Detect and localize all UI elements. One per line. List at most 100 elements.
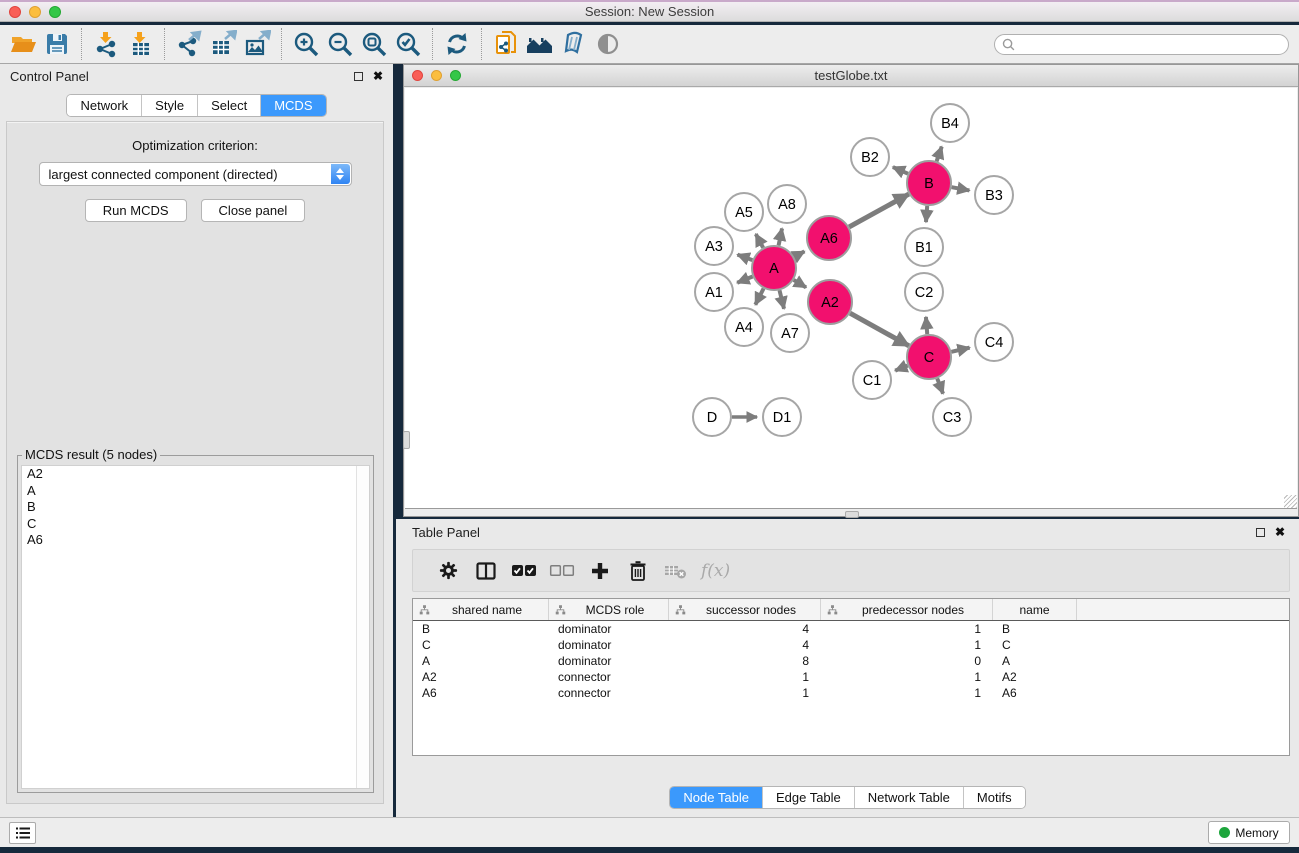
criterion-select[interactable]: largest connected component (directed): [39, 162, 352, 186]
table-cell[interactable]: 1: [821, 638, 993, 652]
table-cell[interactable]: A6: [993, 686, 1077, 700]
column-header-name[interactable]: name: [993, 599, 1077, 620]
export-image-icon[interactable]: [240, 28, 274, 60]
graph-edge-C-C1[interactable]: [895, 366, 907, 371]
copy-network-icon[interactable]: [489, 28, 523, 60]
run-mcds-button[interactable]: Run MCDS: [85, 199, 187, 222]
table-cell[interactable]: A: [413, 654, 549, 668]
mcds-result-item[interactable]: B: [22, 499, 369, 516]
close-table-panel-icon[interactable]: ✖: [1275, 526, 1285, 538]
export-network-icon[interactable]: [172, 28, 206, 60]
task-history-button[interactable]: [9, 822, 36, 844]
tab-network-table[interactable]: Network Table: [855, 787, 964, 808]
add-column-icon[interactable]: [581, 556, 619, 586]
graphics-details-icon[interactable]: [557, 28, 591, 60]
table-cell[interactable]: 1: [821, 622, 993, 636]
close-panel-icon[interactable]: ✖: [373, 70, 383, 82]
table-cell[interactable]: C: [413, 638, 549, 652]
graph-edge-C-C2[interactable]: [926, 317, 927, 334]
settings-gear-icon[interactable]: [429, 556, 467, 586]
table-cell[interactable]: 1: [821, 670, 993, 684]
zoom-in-icon[interactable]: [289, 28, 323, 60]
home-icon[interactable]: [523, 28, 557, 60]
table-cell[interactable]: A2: [993, 670, 1077, 684]
table-cell[interactable]: 8: [669, 654, 821, 668]
table-cell[interactable]: A: [993, 654, 1077, 668]
search-field[interactable]: [994, 34, 1289, 55]
table-cell[interactable]: B: [413, 622, 549, 636]
network-window-title-bar[interactable]: testGlobe.txt: [404, 65, 1298, 87]
zoom-out-icon[interactable]: [323, 28, 357, 60]
table-cell[interactable]: C: [993, 638, 1077, 652]
graph-edge-A2-C[interactable]: [850, 313, 909, 346]
column-header-predecessor-nodes[interactable]: predecessor nodes: [821, 599, 993, 620]
graph-edge-A-A6[interactable]: [794, 251, 804, 257]
table-cell[interactable]: dominator: [549, 654, 669, 668]
mcds-result-item[interactable]: C: [22, 516, 369, 533]
mcds-result-item[interactable]: A6: [22, 532, 369, 549]
splitter-grip-vertical[interactable]: [403, 431, 410, 449]
memory-button[interactable]: Memory: [1208, 821, 1290, 844]
node-table[interactable]: shared nameMCDS rolesuccessor nodesprede…: [412, 598, 1290, 756]
select-all-columns-icon[interactable]: [505, 556, 543, 586]
tab-select[interactable]: Select: [198, 95, 261, 116]
table-row[interactable]: A6connector11A6: [413, 685, 1289, 701]
import-network-icon[interactable]: [89, 28, 123, 60]
split-view-icon[interactable]: [467, 556, 505, 586]
graph-edge-B-B2[interactable]: [893, 167, 908, 174]
float-panel-icon[interactable]: [354, 72, 363, 81]
column-header-shared-name[interactable]: shared name: [413, 599, 549, 620]
delete-column-icon[interactable]: [619, 556, 657, 586]
mcds-result-item[interactable]: A2: [22, 466, 369, 483]
graph-edge-A-A3[interactable]: [737, 255, 752, 260]
graph-edge-A-A2[interactable]: [794, 280, 806, 288]
tab-edge-table[interactable]: Edge Table: [763, 787, 855, 808]
table-cell[interactable]: 1: [821, 686, 993, 700]
splitter-grip-horizontal[interactable]: [845, 511, 859, 518]
graph-edge-A-A7[interactable]: [779, 290, 784, 308]
float-table-panel-icon[interactable]: [1256, 528, 1265, 537]
function-builder-icon[interactable]: f(x): [701, 561, 730, 581]
tab-mcds[interactable]: MCDS: [261, 95, 325, 116]
table-cell[interactable]: 0: [821, 654, 993, 668]
table-cell[interactable]: A2: [413, 670, 549, 684]
table-cell[interactable]: 1: [669, 686, 821, 700]
column-header-successor-nodes[interactable]: successor nodes: [669, 599, 821, 620]
table-row[interactable]: A2connector11A2: [413, 669, 1289, 685]
scrollbar-track[interactable]: [356, 466, 369, 788]
eye-icon[interactable]: [591, 28, 625, 60]
table-cell[interactable]: B: [993, 622, 1077, 636]
graph-edge-C-C4[interactable]: [951, 348, 969, 352]
save-session-icon[interactable]: [40, 28, 74, 60]
column-header-MCDS-role[interactable]: MCDS role: [549, 599, 669, 620]
graph-edge-C-C3[interactable]: [937, 378, 943, 393]
graph-edge-A-A4[interactable]: [755, 289, 763, 305]
tab-network[interactable]: Network: [67, 95, 142, 116]
table-cell[interactable]: 1: [669, 670, 821, 684]
graph-edge-B-B3[interactable]: [952, 187, 970, 190]
import-table-icon[interactable]: [123, 28, 157, 60]
graph-edge-B-B4[interactable]: [937, 147, 942, 162]
graph-edge-A-A5[interactable]: [756, 234, 763, 248]
network-canvas[interactable]: B4B2BB3A8A5A6A3B1AA1C2A2A4A7C4CC1C3DD1: [405, 88, 1297, 509]
refresh-layout-icon[interactable]: [440, 28, 474, 60]
table-cell[interactable]: dominator: [549, 638, 669, 652]
tab-style[interactable]: Style: [142, 95, 198, 116]
window-resize-handle[interactable]: [1284, 495, 1297, 508]
table-cell[interactable]: connector: [549, 670, 669, 684]
table-cell[interactable]: connector: [549, 686, 669, 700]
open-session-icon[interactable]: [6, 28, 40, 60]
unselect-all-columns-icon[interactable]: [543, 556, 581, 586]
tab-node-table[interactable]: Node Table: [670, 787, 763, 808]
graph-edge-A6-B[interactable]: [849, 194, 909, 227]
table-cell[interactable]: dominator: [549, 622, 669, 636]
table-cell[interactable]: 4: [669, 622, 821, 636]
table-row[interactable]: Adominator80A: [413, 653, 1289, 669]
zoom-fit-icon[interactable]: [357, 28, 391, 60]
table-cell[interactable]: A6: [413, 686, 549, 700]
delete-table-icon[interactable]: [657, 556, 695, 586]
graph-edge-B-B1[interactable]: [926, 206, 927, 222]
search-input[interactable]: [1019, 37, 1288, 53]
graph-edge-A-A8[interactable]: [779, 228, 782, 245]
table-cell[interactable]: 4: [669, 638, 821, 652]
